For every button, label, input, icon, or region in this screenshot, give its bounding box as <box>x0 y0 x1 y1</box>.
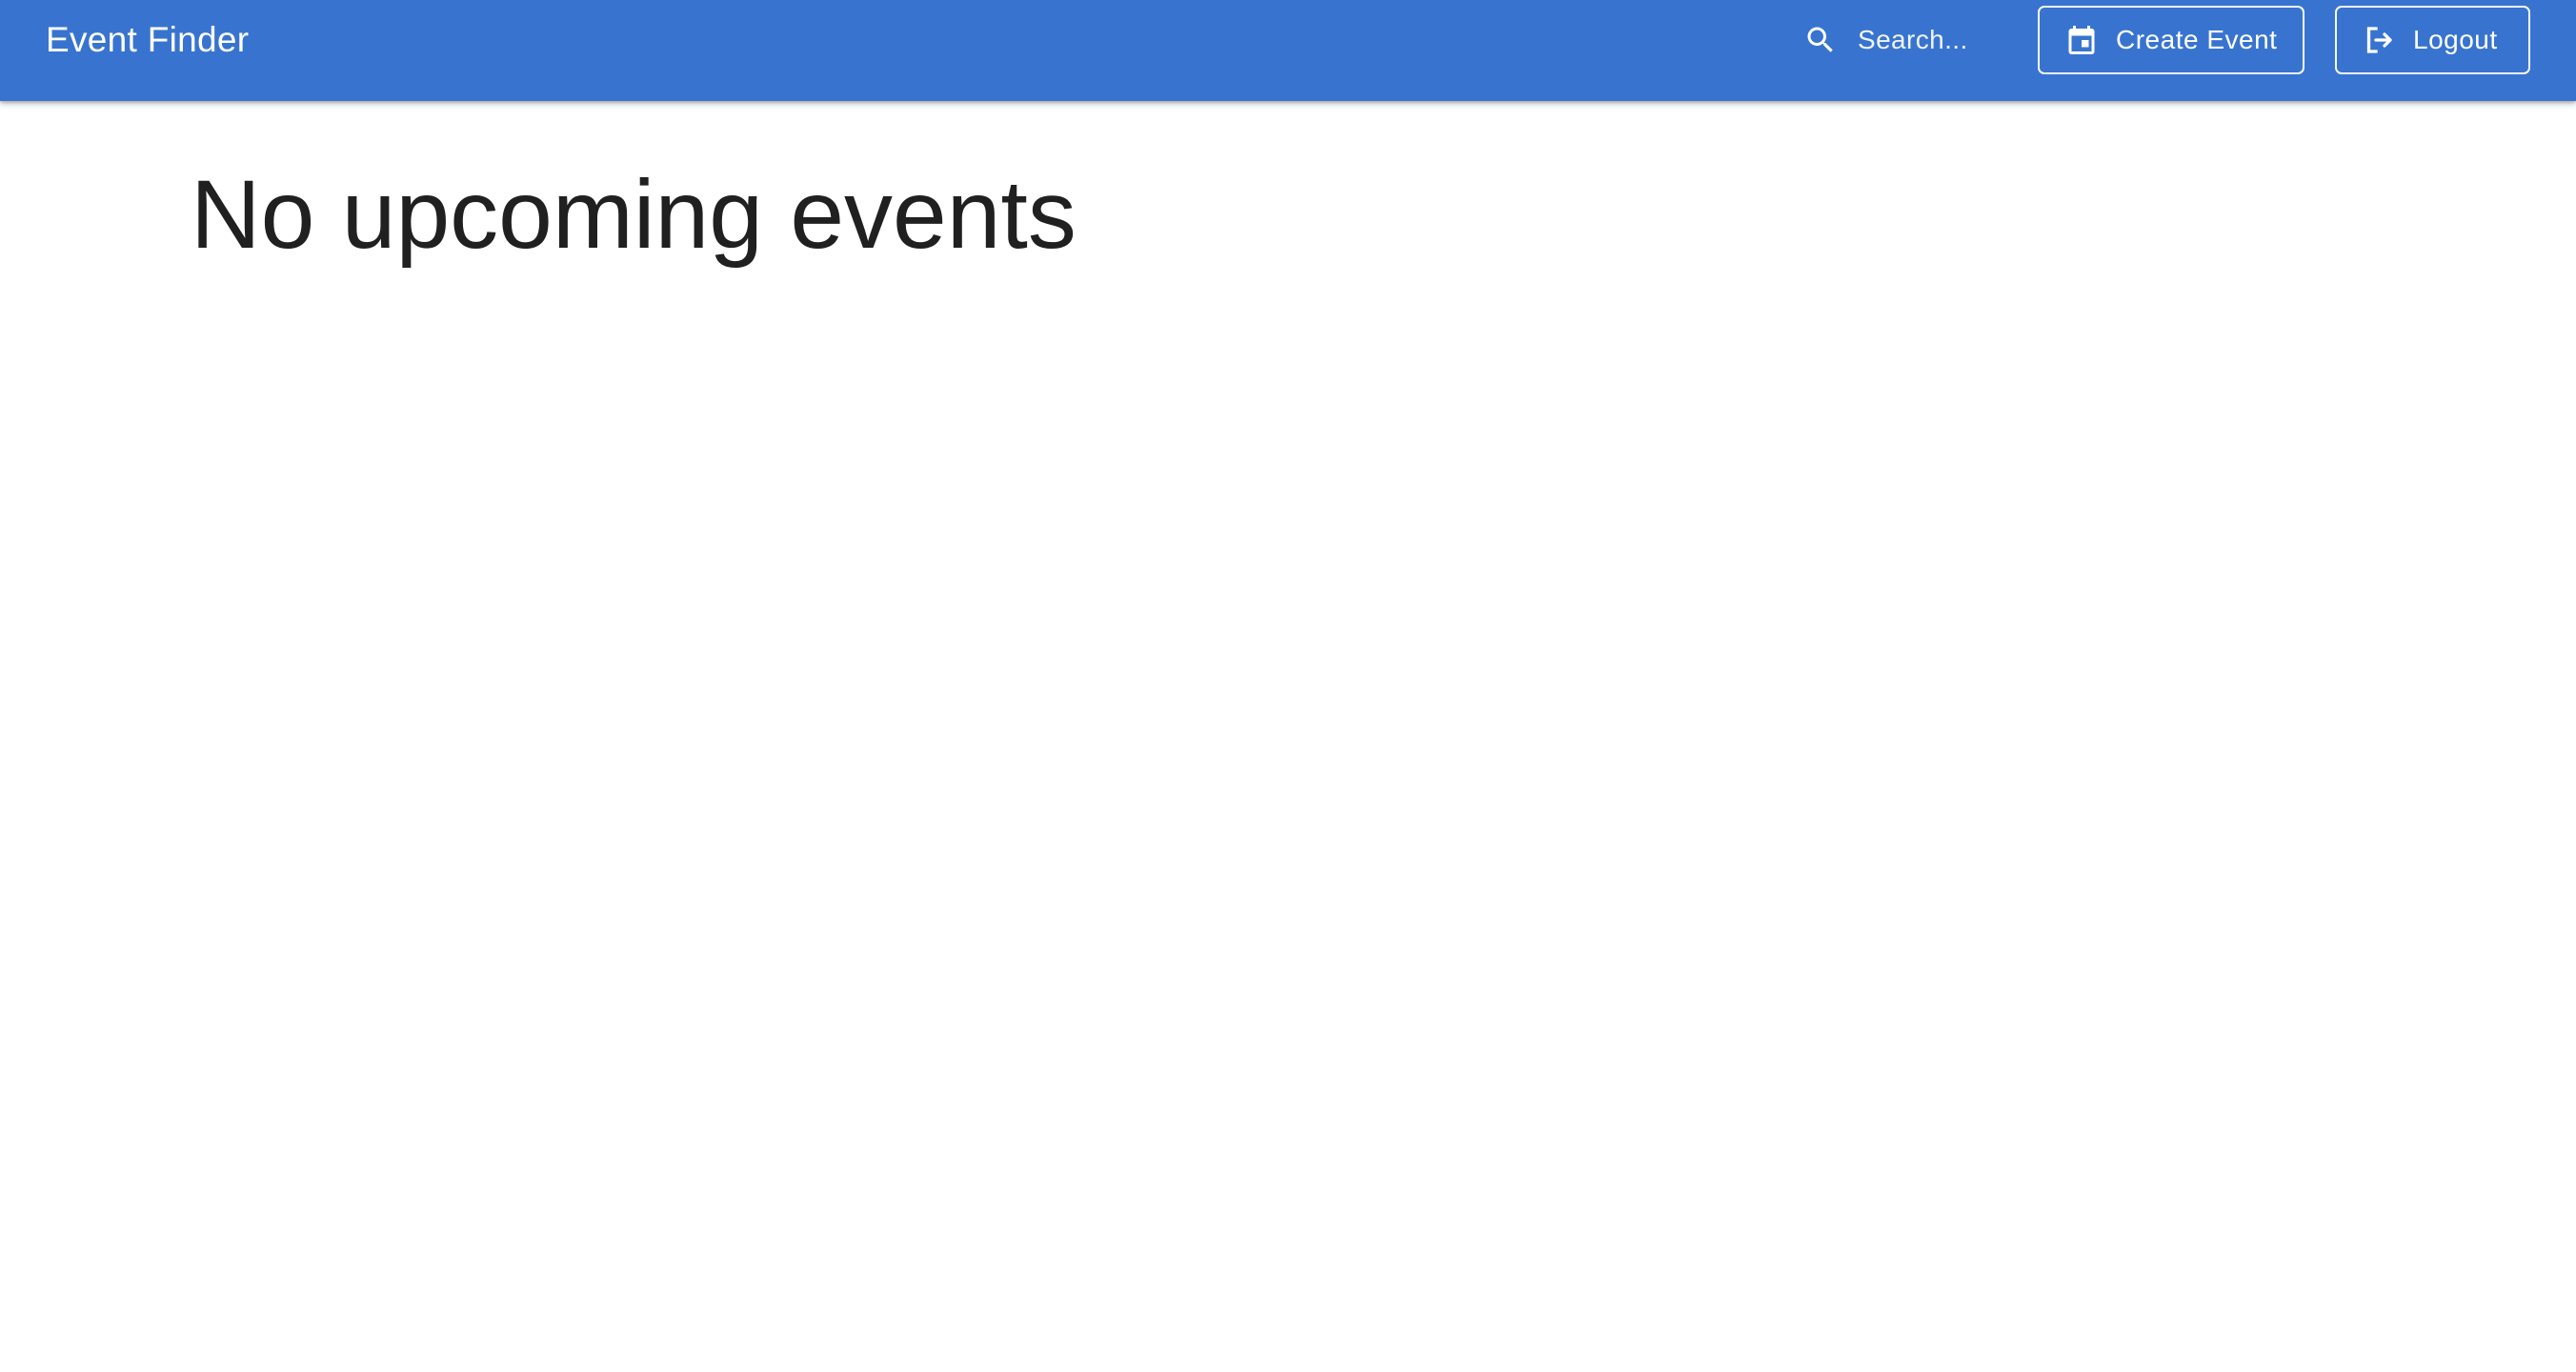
create-event-button[interactable]: Create Event <box>2038 6 2304 74</box>
main-content: No upcoming events <box>0 101 2576 1372</box>
create-event-label: Create Event <box>2116 25 2278 54</box>
calendar-icon <box>2064 23 2099 57</box>
logout-button[interactable]: Logout <box>2335 6 2530 74</box>
search-icon <box>1801 20 1841 60</box>
logout-icon <box>2362 23 2396 57</box>
app-title: Event Finder <box>46 20 250 59</box>
app-bar: Event Finder Create Event Logout <box>0 0 2576 101</box>
search-input[interactable] <box>1858 17 2020 63</box>
search-box[interactable] <box>1801 13 2039 67</box>
empty-state-message: No upcoming events <box>191 160 1077 269</box>
logout-label: Logout <box>2413 25 2498 54</box>
